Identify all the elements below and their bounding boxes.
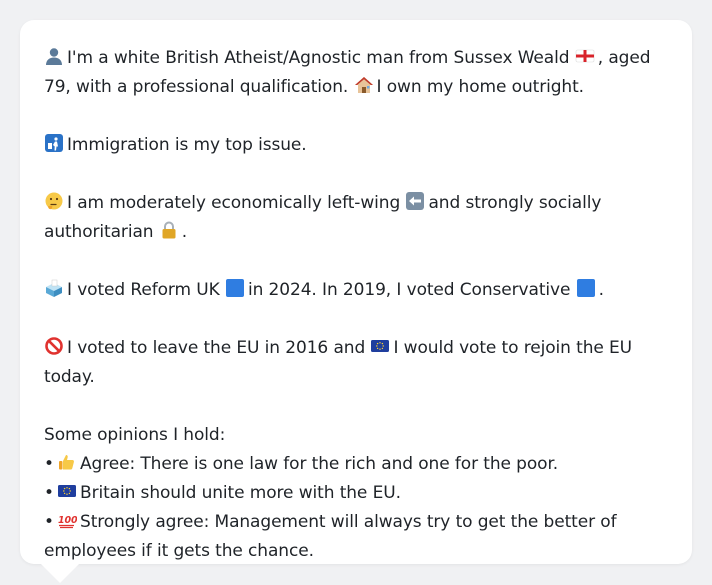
social-text-end: . bbox=[181, 222, 188, 242]
england-flag-icon bbox=[575, 46, 595, 66]
opinion-item: • 100 Strongly agree: Management will al… bbox=[44, 508, 672, 566]
profile-card: I'm a white British Atheist/Agnostic man… bbox=[20, 20, 692, 564]
svg-text:100: 100 bbox=[58, 515, 77, 526]
voting-history-paragraph: I voted Reform UK in 2024. In 2019, I vo… bbox=[44, 276, 672, 305]
thinking-face-icon bbox=[44, 191, 64, 211]
opinions-heading: Some opinions I hold: bbox=[44, 425, 226, 445]
blue-square-icon bbox=[576, 278, 596, 298]
bullet: • bbox=[44, 454, 54, 474]
identity-text: I'm a white British Atheist/Agnostic man… bbox=[67, 48, 570, 68]
left-arrow-icon bbox=[405, 191, 425, 211]
reform-vote-text: I voted Reform UK bbox=[67, 280, 220, 300]
voting-text-end: . bbox=[598, 280, 604, 300]
eu-paragraph: I voted to leave the EU in 2016 and I wo… bbox=[44, 334, 672, 392]
house-icon bbox=[354, 75, 374, 95]
blue-square-icon bbox=[225, 278, 245, 298]
top-issue-paragraph: Immigration is my top issue. bbox=[44, 131, 672, 160]
bullet: • bbox=[44, 483, 54, 503]
thumbs-up-icon bbox=[57, 452, 77, 472]
bullet: • bbox=[44, 512, 54, 532]
eu-flag-icon bbox=[57, 481, 77, 501]
top-issue-text: Immigration is my top issue. bbox=[67, 135, 307, 155]
opinion-text: Strongly agree: Management will always t… bbox=[44, 512, 617, 561]
leave-vote-text: I voted to leave the EU in 2016 and bbox=[67, 338, 366, 358]
padlock-icon bbox=[159, 220, 179, 240]
economic-social-paragraph: I am moderately economically left-wing a… bbox=[44, 189, 672, 247]
eu-flag-icon bbox=[370, 336, 390, 356]
economic-text: I am moderately economically left-wing bbox=[67, 193, 401, 213]
passport-control-icon bbox=[44, 133, 64, 153]
person-silhouette-icon bbox=[44, 46, 64, 66]
identity-paragraph: I'm a white British Atheist/Agnostic man… bbox=[44, 44, 672, 102]
hundred-icon: 100 bbox=[57, 510, 77, 530]
opinion-text: Britain should unite more with the EU. bbox=[80, 483, 401, 503]
prohibited-icon bbox=[44, 336, 64, 356]
ballot-box-icon bbox=[44, 278, 64, 298]
opinion-item: • Agree: There is one law for the rich a… bbox=[44, 450, 672, 479]
home-ownership-text: I own my home outright. bbox=[376, 77, 585, 97]
speech-bubble-tail bbox=[40, 563, 80, 583]
opinion-text: Agree: There is one law for the rich and… bbox=[80, 454, 559, 474]
opinion-item: • Britain should unite more with the EU. bbox=[44, 479, 672, 508]
conservative-vote-text: in 2024. In 2019, I voted Conservative bbox=[247, 280, 571, 300]
